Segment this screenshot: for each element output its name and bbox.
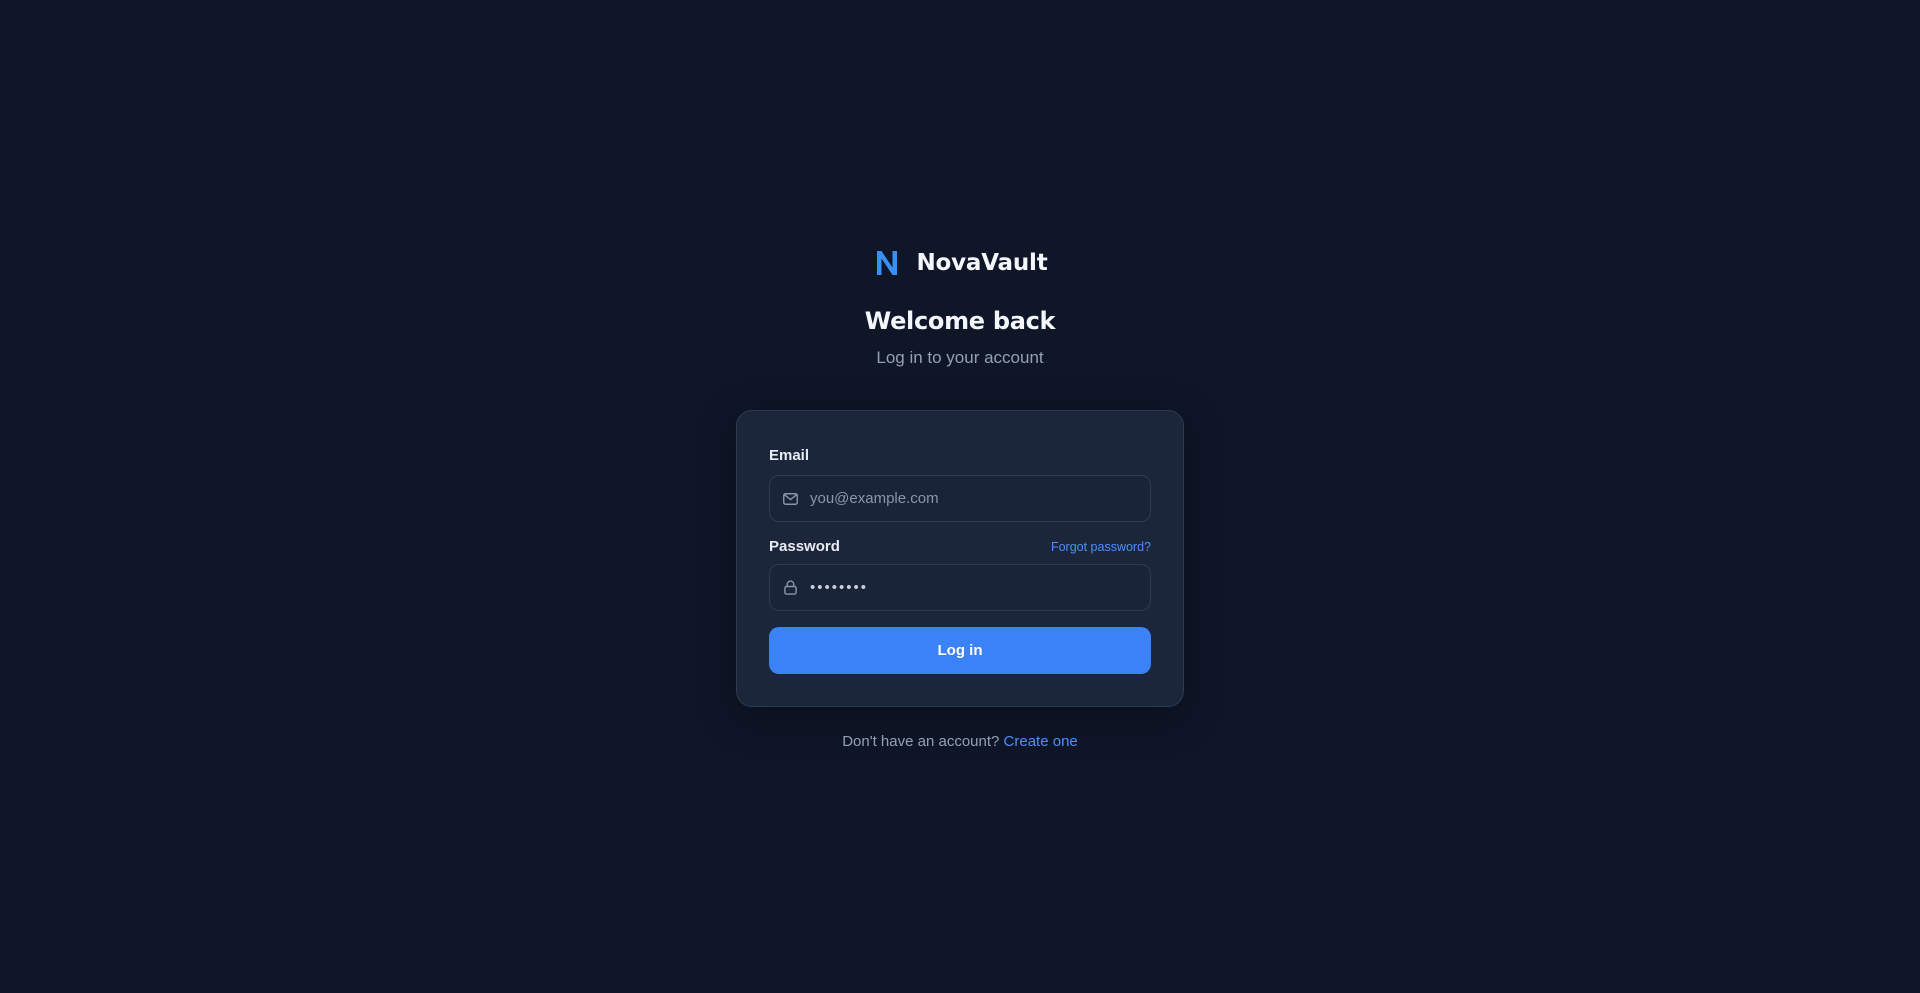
lock-icon bbox=[782, 580, 798, 596]
email-label: Email bbox=[769, 447, 810, 464]
forgot-password-link[interactable]: Forgot password? bbox=[1051, 540, 1151, 554]
password-field-wrapper[interactable] bbox=[769, 564, 1151, 611]
login-button[interactable]: Log in bbox=[769, 627, 1151, 674]
signup-prompt: Don't have an account? Create one bbox=[0, 733, 1920, 750]
brand-name: NovaVault bbox=[916, 250, 1048, 276]
login-page: NovaVault Welcome back Log in to your ac… bbox=[0, 0, 1920, 993]
signup-prompt-text: Don't have an account? bbox=[842, 733, 1000, 750]
password-label: Password bbox=[769, 538, 840, 555]
page-subtitle: Log in to your account bbox=[876, 348, 1044, 367]
email-input[interactable] bbox=[810, 476, 1150, 521]
n-logo-icon bbox=[872, 248, 902, 278]
password-input[interactable] bbox=[810, 565, 1150, 610]
create-account-link[interactable]: Create one bbox=[1004, 733, 1078, 750]
email-field-wrapper[interactable] bbox=[769, 475, 1151, 522]
page-title: Welcome back bbox=[864, 307, 1056, 335]
mail-icon bbox=[782, 491, 798, 507]
brand: NovaVault bbox=[0, 248, 1920, 278]
login-card: Email Password Forgot password? Log in bbox=[736, 410, 1184, 707]
